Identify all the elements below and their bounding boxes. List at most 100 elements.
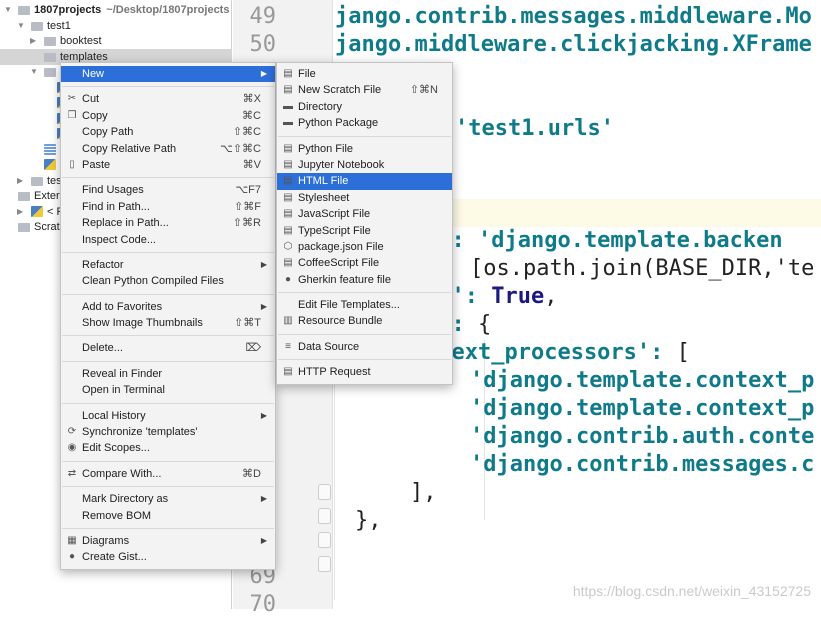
menu-item-data-source[interactable]: ≡ Data Source [277,339,452,355]
menu-item-open-in-terminal[interactable]: Open in Terminal [61,382,275,398]
menu-item-new[interactable]: New ▶ [61,66,275,83]
menu-item-http-request[interactable]: ▤ HTTP Request [277,364,452,380]
resource-bundle-icon: ▥ [283,315,293,327]
menu-item-stylesheet[interactable]: ▤ Stylesheet [277,190,452,206]
menu-item-label: Delete... [82,342,123,355]
tree-item-booktest[interactable]: ▶ booktest [0,33,232,49]
menu-item-label: Data Source [298,340,360,353]
menu-item-label: package.json File [298,240,384,253]
tree-item-test1[interactable]: ▼ test1 [0,18,232,34]
tree-item-1807projects[interactable]: ▼ 1807projects ~/Desktop/1807projects [0,2,232,18]
menu-item-diagrams[interactable]: ▦ Diagrams ▶ [61,533,275,549]
menu-item-jupyter-notebook[interactable]: ▤ Jupyter Notebook [277,157,452,173]
fold-marker[interactable] [318,532,331,548]
sync-icon: ⟳ [67,426,77,438]
menu-item-label: Gherkin feature file [298,273,391,286]
shortcut-label: ⇧⌘C [232,126,261,139]
menu-item-package-json-file[interactable]: ⬡ package.json File [277,239,452,255]
menu-item-label: Clean Python Compiled Files [82,275,224,288]
menu-item-cut[interactable]: ✂ Cut ⌘X [61,91,275,107]
folder-icon [18,6,30,15]
menu-item-edit-scopes[interactable]: ◉ Edit Scopes... [61,440,275,456]
new-submenu[interactable]: ▤ File ▤ New Scratch File ⇧⌘N ▬ Directory ▬ Pyth… [276,62,453,385]
tree-item-label: test1 [47,19,71,32]
chevron-down-icon[interactable]: ▼ [4,2,12,18]
clipboard-icon: ▯ [69,158,75,170]
menu-item-replace-in-path[interactable]: Replace in Path... ⇧⌘R [61,215,275,231]
menu-item-show-image-thumbnails[interactable]: Show Image Thumbnails ⇧⌘T [61,315,275,331]
line-number: 50 [249,32,277,57]
menu-item-python-file[interactable]: ▤ Python File [277,141,452,157]
folder-icon [31,176,43,186]
menu-item-python-package[interactable]: ▬ Python Package [277,115,452,131]
menu-item-javascript-file[interactable]: ▤ JavaScript File [277,206,452,222]
menu-item-file[interactable]: ▤ File [277,66,452,82]
menu-item-directory[interactable]: ▬ Directory [277,99,452,115]
js-file-icon: ▤ [283,208,293,220]
menu-item-refactor[interactable]: Refactor ▶ [61,257,275,273]
menu-item-label: CoffeeScript File [298,257,380,270]
menu-item-new-scratch-file[interactable]: ▤ New Scratch File ⇧⌘N [277,82,452,98]
menu-item-synchronize-templates[interactable]: ⟳ Synchronize 'templates' [61,424,275,440]
line-number: 70 [249,592,277,617]
menu-separator [61,248,275,257]
fold-marker[interactable] [318,508,331,524]
menu-item-label: Show Image Thumbnails [82,317,203,330]
menu-item-edit-file-templates[interactable]: Edit File Templates... [277,297,452,313]
chevron-down-icon[interactable]: ▼ [17,18,25,34]
menu-item-paste[interactable]: ▯ Paste ⌘V [61,157,275,173]
fold-marker[interactable] [318,556,331,572]
menu-item-label: Local History [82,409,146,422]
jupyter-icon: ▤ [283,158,293,170]
shortcut-label: ⌘X [242,93,261,106]
menu-item-copy-path[interactable]: Copy Path ⇧⌘C [61,124,275,140]
menu-separator [61,457,275,466]
menu-item-local-history[interactable]: Local History ▶ [61,408,275,424]
menu-item-add-to-favorites[interactable]: Add to Favorites ▶ [61,299,275,315]
menu-item-coffeescript-file[interactable]: ▤ CoffeeScript File [277,255,452,271]
shortcut-label: ⌘C [242,109,261,122]
menu-item-delete[interactable]: Delete... ⌦ [61,340,275,356]
menu-item-create-gist[interactable]: ● Create Gist... [61,549,275,565]
tree-item-label: templates [60,50,108,63]
folder-icon [31,21,43,31]
menu-item-resource-bundle[interactable]: ▥ Resource Bundle [277,313,452,329]
menu-item-label: Reveal in Finder [82,367,163,380]
compare-icon: ⇄ [67,467,77,479]
chevron-right-icon[interactable]: ▶ [17,173,23,189]
shortcut-label: ⌥F7 [235,184,261,197]
python-file-icon: ▤ [283,142,293,154]
menu-item-label: Copy [82,109,108,122]
chevron-down-icon[interactable]: ▼ [30,64,38,80]
menu-item-typescript-file[interactable]: ▤ TypeScript File [277,223,452,239]
scopes-icon: ◉ [67,442,77,454]
menu-item-label: Synchronize 'templates' [82,426,198,439]
context-menu[interactable]: New ▶ ✂ Cut ⌘X ❐ Copy ⌘C Copy Path ⇧⌘C Copy Relati… [60,62,276,570]
chevron-right-icon[interactable]: ▶ [30,33,36,49]
menu-item-mark-directory-as[interactable]: Mark Directory as ▶ [61,491,275,507]
menu-item-copy[interactable]: ❐ Copy ⌘C [61,108,275,124]
shortcut-label: ⌦ [245,342,261,355]
shortcut-label: ⇧⌘N [409,84,438,97]
diagram-icon: ▦ [67,534,77,546]
library-icon [18,192,30,201]
chevron-right-icon[interactable]: ▶ [17,204,23,220]
copy-icon: ❐ [67,109,77,121]
menu-item-label: Find in Path... [82,200,150,213]
menu-item-find-usages[interactable]: Find Usages ⌥F7 [61,182,275,198]
menu-item-label: Remove BOM [82,509,152,522]
menu-item-compare-with[interactable]: ⇄ Compare With... ⌘D [61,466,275,482]
menu-item-label: TypeScript File [298,224,371,237]
folder-icon: ▬ [283,100,293,112]
menu-item-remove-bom[interactable]: Remove BOM [61,508,275,524]
menu-item-clean-python-compiled-files[interactable]: Clean Python Compiled Files [61,273,275,289]
menu-separator [277,288,452,297]
menu-item-gherkin-feature-file[interactable]: ● Gherkin feature file [277,272,452,288]
fold-marker[interactable] [318,484,331,500]
menu-item-reveal-in-finder[interactable]: Reveal in Finder [61,366,275,382]
menu-item-inspect-code[interactable]: Inspect Code... [61,232,275,248]
menu-item-find-in-path[interactable]: Find in Path... ⇧⌘F [61,199,275,215]
menu-item-copy-relative-path[interactable]: Copy Relative Path ⌥⇧⌘C [61,141,275,157]
shortcut-label: ⌥⇧⌘C [220,142,261,155]
menu-item-html-file[interactable]: ▤ HTML File [277,173,452,190]
